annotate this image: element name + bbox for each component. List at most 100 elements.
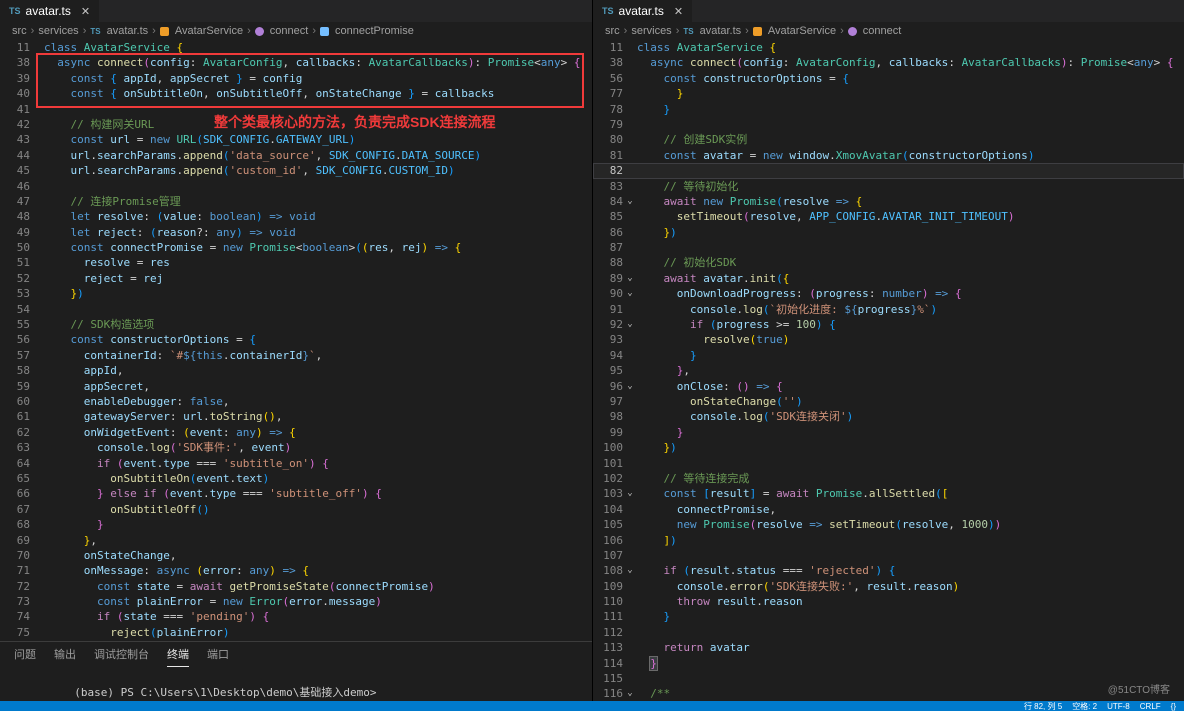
code-editor-left[interactable]: 整个类最核心的方法，负责完成SDK连接流程 11class AvatarServ… [0,40,592,641]
code-line[interactable]: 65onSubtitleOn(event.text) [0,471,592,486]
status-item[interactable]: 行 82, 列 5 [1024,701,1062,711]
code-line[interactable]: 105new Promise(resolve => setTimeout(res… [593,517,1184,532]
code-line[interactable]: 63console.log('SDK事件:', event) [0,440,592,455]
code-editor-right[interactable]: 11class AvatarService {38async connect(c… [593,40,1184,701]
code-line[interactable]: 41 [0,102,592,117]
code-line[interactable]: 52reject = rej [0,271,592,286]
code-line[interactable]: 54 [0,302,592,317]
code-line[interactable]: 46 [0,179,592,194]
breadcrumb-item[interactable]: src [12,25,27,37]
code-line[interactable]: 87 [593,240,1184,255]
code-line[interactable]: 83// 等待初始化 [593,179,1184,194]
code-line[interactable]: 96⌄onClose: () => { [593,379,1184,394]
close-icon[interactable]: ✕ [81,5,90,18]
code-line[interactable]: 64if (event.type === 'subtitle_on') { [0,456,592,471]
code-line[interactable]: 81const avatar = new window.XmovAvatar(c… [593,148,1184,163]
code-line[interactable]: 49let reject: (reason?: any) => void [0,225,592,240]
code-line[interactable]: 60enableDebugger: false, [0,394,592,409]
panel-tab-问题[interactable]: 问题 [14,642,36,667]
fold-chevron-icon[interactable]: ⌄ [623,271,637,286]
code-line[interactable]: 79 [593,117,1184,132]
code-line[interactable]: 115 [593,671,1184,686]
code-line[interactable]: 39const { appId, appSecret } = config [0,71,592,86]
code-line[interactable]: 53}) [0,286,592,301]
code-line[interactable]: 43const url = new URL(SDK_CONFIG.GATEWAY… [0,132,592,147]
code-line[interactable]: 114} [593,656,1184,671]
code-line[interactable]: 109console.error('SDK连接失败:', result.reas… [593,579,1184,594]
status-item[interactable]: 空格: 2 [1072,701,1097,711]
code-line[interactable]: 55// SDK构造选项 [0,317,592,332]
code-line[interactable]: 90⌄onDownloadProgress: (progress: number… [593,286,1184,301]
code-line[interactable]: 106]) [593,533,1184,548]
code-line[interactable]: 56const constructorOptions = { [593,71,1184,86]
tab-avatar-ts-left[interactable]: TS avatar.ts ✕ [0,0,99,22]
code-line[interactable]: 50const connectPromise = new Promise<boo… [0,240,592,255]
code-line[interactable]: 103⌄const [result] = await Promise.allSe… [593,486,1184,501]
code-line[interactable]: 111} [593,609,1184,624]
code-line[interactable]: 48let resolve: (value: boolean) => void [0,209,592,224]
code-line[interactable]: 11class AvatarService { [593,40,1184,55]
code-line[interactable]: 80// 创建SDK实例 [593,132,1184,147]
code-line[interactable]: 75reject(plainError) [0,625,592,640]
code-line[interactable]: 82 [593,163,1184,178]
code-line[interactable]: 98console.log('SDK连接关闭') [593,409,1184,424]
fold-chevron-icon[interactable]: ⌄ [623,379,637,394]
fold-chevron-icon[interactable]: ⌄ [623,486,637,501]
code-line[interactable]: 57containerId: `#${this.containerId}`, [0,348,592,363]
breadcrumb-item[interactable]: src [605,25,620,37]
code-line[interactable]: 44url.searchParams.append('data_source',… [0,148,592,163]
close-icon[interactable]: ✕ [674,5,683,18]
code-line[interactable]: 78} [593,102,1184,117]
code-line[interactable]: 72const state = await getPromiseState(co… [0,579,592,594]
code-line[interactable]: 47// 连接Promise管理 [0,194,592,209]
code-line[interactable]: 40const { onSubtitleOn, onSubtitleOff, o… [0,86,592,101]
fold-chevron-icon[interactable]: ⌄ [623,194,637,209]
code-line[interactable]: 112 [593,625,1184,640]
code-line[interactable]: 116⌄/** [593,686,1184,701]
code-line[interactable]: 74if (state === 'pending') { [0,609,592,624]
code-line[interactable]: 66} else if (event.type === 'subtitle_of… [0,486,592,501]
code-line[interactable]: 113return avatar [593,640,1184,655]
terminal[interactable]: (base) PS C:\Users\1\Desktop\demo\基础接入de… [0,666,592,701]
code-line[interactable]: 68} [0,517,592,532]
fold-chevron-icon[interactable]: ⌄ [623,317,637,332]
code-line[interactable]: 42// 构建网关URL [0,117,592,132]
code-line[interactable]: 85setTimeout(resolve, APP_CONFIG.AVATAR_… [593,209,1184,224]
code-line[interactable]: 88// 初始化SDK [593,255,1184,270]
breadcrumb-item[interactable]: AvatarService [768,25,836,37]
code-line[interactable]: 101 [593,456,1184,471]
fold-chevron-icon[interactable]: ⌄ [623,286,637,301]
code-line[interactable]: 110throw result.reason [593,594,1184,609]
code-line[interactable]: 86}) [593,225,1184,240]
code-line[interactable]: 38async connect(config: AvatarConfig, ca… [593,55,1184,70]
code-line[interactable]: 99} [593,425,1184,440]
code-line[interactable]: 11class AvatarService { [0,40,592,55]
fold-chevron-icon[interactable]: ⌄ [623,686,637,701]
code-line[interactable]: 92⌄if (progress >= 100) { [593,317,1184,332]
code-line[interactable]: 62onWidgetEvent: (event: any) => { [0,425,592,440]
panel-tab-端口[interactable]: 端口 [207,642,229,667]
panel-tab-终端[interactable]: 终端 [167,642,189,667]
breadcrumb-item[interactable]: connect [863,25,902,37]
code-line[interactable]: 97onStateChange('') [593,394,1184,409]
breadcrumb-item[interactable]: connectPromise [335,25,414,37]
code-line[interactable]: 69}, [0,533,592,548]
code-line[interactable]: 104connectPromise, [593,502,1184,517]
code-line[interactable]: 70onStateChange, [0,548,592,563]
code-line[interactable]: 76} [0,640,592,641]
code-line[interactable]: 73const plainError = new Error(error.mes… [0,594,592,609]
status-item[interactable]: {} [1171,702,1176,711]
status-item[interactable]: CRLF [1140,702,1161,711]
code-line[interactable]: 77} [593,86,1184,101]
code-line[interactable]: 59appSecret, [0,379,592,394]
code-line[interactable]: 61gatewayServer: url.toString(), [0,409,592,424]
panel-tab-调试控制台[interactable]: 调试控制台 [94,642,149,667]
code-line[interactable]: 51resolve = res [0,255,592,270]
code-line[interactable]: 91console.log(`初始化进度: ${progress}%`) [593,302,1184,317]
fold-chevron-icon[interactable]: ⌄ [623,563,637,578]
code-line[interactable]: 58appId, [0,363,592,378]
code-line[interactable]: 84⌄await new Promise(resolve => { [593,194,1184,209]
code-line[interactable]: 94} [593,348,1184,363]
code-line[interactable]: 102// 等待连接完成 [593,471,1184,486]
code-line[interactable]: 38async connect(config: AvatarConfig, ca… [0,55,592,70]
